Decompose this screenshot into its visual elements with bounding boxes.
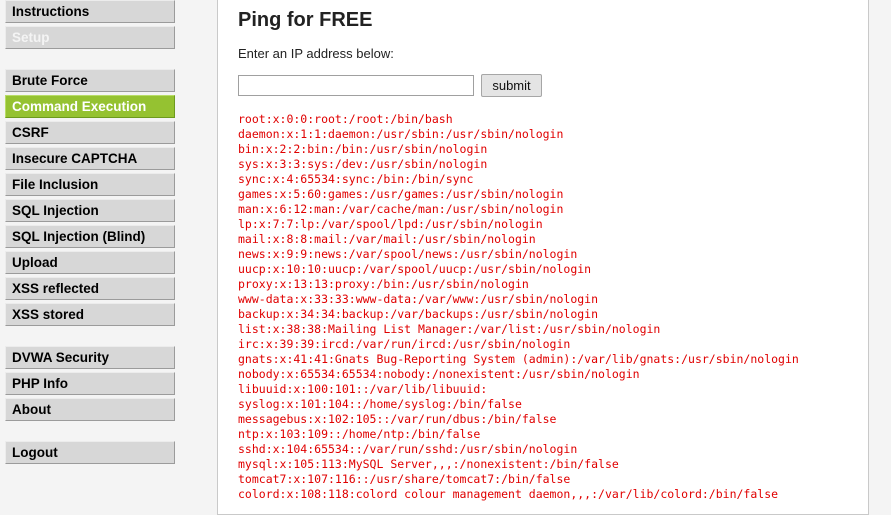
sidebar-item-csrf[interactable]: CSRF: [5, 121, 175, 144]
sidebar-item-logout[interactable]: Logout: [5, 441, 175, 464]
sidebar-item-brute-force[interactable]: Brute Force: [5, 69, 175, 92]
output-line: tomcat7:x:107:116::/usr/share/tomcat7:/b…: [238, 472, 571, 486]
sidebar-item-setup[interactable]: Setup: [5, 26, 175, 49]
menu-group-vulnerabilities: Brute Force Command Execution CSRF Insecure…: [5, 69, 175, 326]
output-line: messagebus:x:102:105::/var/run/dbus:/bin…: [238, 412, 557, 426]
sidebar-menu: Instructions Setup Brute Force Command Exe…: [5, 0, 175, 467]
output-line: nobody:x:65534:65534:nobody:/nonexistent…: [238, 367, 640, 381]
sidebar-item-sql-injection[interactable]: SQL Injection: [5, 199, 175, 222]
output-line: daemon:x:1:1:daemon:/usr/sbin:/usr/sbin/…: [238, 127, 564, 141]
command-output: root:x:0:0:root:/root:/bin/bash daemon:x:…: [238, 112, 799, 502]
output-line: news:x:9:9:news:/var/spool/news:/usr/sbi…: [238, 247, 578, 261]
output-line: proxy:x:13:13:proxy:/bin:/usr/sbin/nolog…: [238, 277, 529, 291]
sidebar-item-command-execution[interactable]: Command Execution: [5, 95, 175, 118]
sidebar-item-about[interactable]: About: [5, 398, 175, 421]
output-line: gnats:x:41:41:Gnats Bug-Reporting System…: [238, 352, 799, 366]
menu-spacer: [5, 424, 175, 441]
menu-group-intro: Instructions Setup: [5, 0, 175, 49]
sidebar-item-instructions[interactable]: Instructions: [5, 0, 175, 23]
sidebar-item-php-info[interactable]: PHP Info: [5, 372, 175, 395]
output-line: sys:x:3:3:sys:/dev:/usr/sbin/nologin: [238, 157, 488, 171]
main-content: Ping for FREE Enter an IP address below:…: [217, 0, 869, 515]
output-line: lp:x:7:7:lp:/var/spool/lpd:/usr/sbin/nol…: [238, 217, 543, 231]
menu-spacer: [5, 52, 175, 69]
submit-button[interactable]: submit: [481, 74, 542, 97]
output-line: mysql:x:105:113:MySQL Server,,,:/nonexis…: [238, 457, 619, 471]
output-line: root:x:0:0:root:/root:/bin/bash: [238, 112, 453, 126]
output-line: backup:x:34:34:backup:/var/backups:/usr/…: [238, 307, 599, 321]
page-title: Ping for FREE: [238, 9, 373, 31]
sidebar-item-xss-reflected[interactable]: XSS reflected: [5, 277, 175, 300]
ip-prompt-label: Enter an IP address below:: [238, 46, 394, 61]
output-line: irc:x:39:39:ircd:/var/run/ircd:/usr/sbin…: [238, 337, 571, 351]
output-line: man:x:6:12:man:/var/cache/man:/usr/sbin/…: [238, 202, 564, 216]
sidebar-item-dvwa-security[interactable]: DVWA Security: [5, 346, 175, 369]
output-line: www-data:x:33:33:www-data:/var/www:/usr/…: [238, 292, 599, 306]
sidebar-item-sql-injection-blind[interactable]: SQL Injection (Blind): [5, 225, 175, 248]
menu-group-settings: DVWA Security PHP Info About: [5, 346, 175, 421]
output-line: uucp:x:10:10:uucp:/var/spool/uucp:/usr/s…: [238, 262, 592, 276]
menu-spacer: [5, 329, 175, 346]
sidebar-item-upload[interactable]: Upload: [5, 251, 175, 274]
output-line: list:x:38:38:Mailing List Manager:/var/l…: [238, 322, 661, 336]
sidebar-item-insecure-captcha[interactable]: Insecure CAPTCHA: [5, 147, 175, 170]
output-line: bin:x:2:2:bin:/bin:/usr/sbin/nologin: [238, 142, 488, 156]
output-line: libuuid:x:100:101::/var/lib/libuuid:: [238, 382, 488, 396]
sidebar-item-file-inclusion[interactable]: File Inclusion: [5, 173, 175, 196]
sidebar-item-xss-stored[interactable]: XSS stored: [5, 303, 175, 326]
output-line: sync:x:4:65534:sync:/bin:/bin/sync: [238, 172, 474, 186]
output-line: games:x:5:60:games:/usr/games:/usr/sbin/…: [238, 187, 564, 201]
output-line: colord:x:108:118:colord colour managemen…: [238, 487, 779, 501]
menu-group-logout: Logout: [5, 441, 175, 464]
ip-address-input[interactable]: [238, 75, 474, 96]
output-line: ntp:x:103:109::/home/ntp:/bin/false: [238, 427, 481, 441]
output-line: syslog:x:101:104::/home/syslog:/bin/fals…: [238, 397, 522, 411]
output-line: sshd:x:104:65534::/var/run/sshd:/usr/sbi…: [238, 442, 578, 456]
output-line: mail:x:8:8:mail:/var/mail:/usr/sbin/nolo…: [238, 232, 536, 246]
